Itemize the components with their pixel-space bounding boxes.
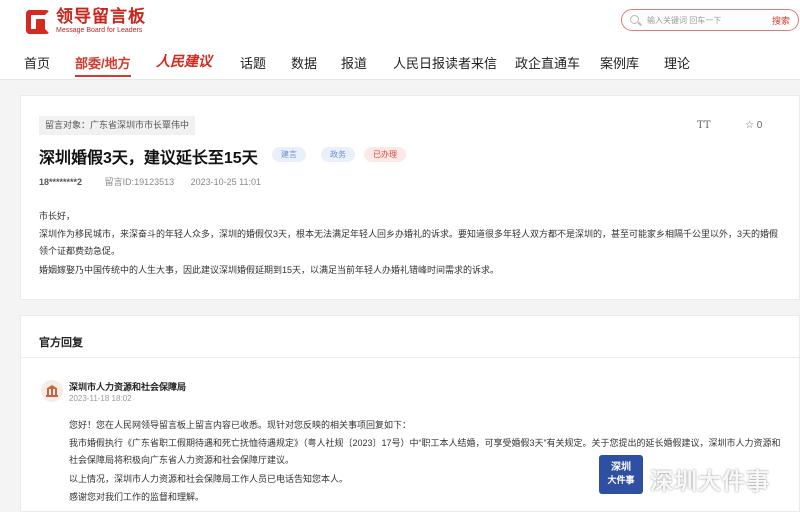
message-id: 留言ID:19123513 (104, 177, 175, 187)
search-box[interactable]: 输入关键词 回车一下 搜索 (621, 9, 799, 31)
logo-subtitle: Message Board for Leaders (56, 27, 143, 34)
nav-item-topics[interactable]: 话题 (240, 53, 266, 72)
nav-item-data[interactable]: 数据 (291, 53, 317, 72)
government-building-icon (41, 380, 63, 402)
favorite-button[interactable]: ☆ 0 (745, 120, 762, 131)
message-author: 18********2 (39, 177, 83, 187)
watermark-badge-line1: 深圳 (611, 462, 631, 473)
message-paragraph: 婚姻嫁娶乃中国传统中的人生大事，因此建议深圳婚假延期到15天，以满足当前年轻人办… (39, 265, 500, 275)
logo-title: 领导留言板 (56, 7, 146, 26)
nav-item-enterprise-express[interactable]: 政企直通车 (515, 53, 580, 72)
nav-item-home[interactable]: 首页 (24, 53, 50, 72)
reply-datetime: 2023-11-18 18:02 (69, 394, 132, 403)
message-card: 留言对象：广东省深圳市市长覃伟中 TT ☆ 0 深圳婚假3天，建议延长至15天 … (20, 95, 800, 300)
message-meta: 18********2 留言ID:19123513 2023-10-25 11:… (39, 175, 261, 188)
tag-government-affairs[interactable]: 政务 (321, 147, 355, 162)
site-logo[interactable]: 领导留言板 Message Board for Leaders (26, 8, 146, 35)
divider (21, 357, 799, 358)
search-button[interactable]: 搜索 (772, 14, 790, 27)
status-badge: 已办理 (364, 147, 406, 162)
reply-department: 深圳市人力资源和社会保障局 (69, 382, 187, 392)
message-paragraph: 市长好， (39, 211, 76, 221)
message-target: 留言对象：广东省深圳市市长覃伟中 (39, 116, 196, 135)
font-size-icon[interactable]: TT (697, 120, 711, 131)
search-input[interactable]: 输入关键词 回车一下 (647, 15, 721, 26)
watermark-badge-line2: 大件事 (607, 475, 635, 485)
nav-item-case-library[interactable]: 案例库 (600, 53, 639, 72)
watermark-logo: 深圳 大件事 (599, 455, 643, 494)
watermark-text: 深圳大件事 (650, 468, 770, 494)
favorite-count: 0 (756, 120, 763, 131)
message-title: 深圳婚假3天，建议延长至15天 (39, 150, 258, 167)
main-nav: 首页 部委/地方 人民建议 话题 数据 报道 人民日报读者来信 政企直通车 案例… (0, 44, 800, 80)
nav-item-reader-letters[interactable]: 人民日报读者来信 (393, 53, 497, 72)
reply-heading: 官方回复 (39, 337, 83, 349)
reply-paragraph: 您好！您在人民网领导留言板上留言内容已收悉。现针对您反映的相关事项回复如下： (69, 420, 412, 430)
logo-mark-icon (26, 9, 50, 34)
nav-item-people-suggestions[interactable]: 人民建议 (156, 51, 212, 71)
nav-item-ministries-local[interactable]: 部委/地方 (75, 53, 131, 77)
star-icon: ☆ (745, 120, 754, 131)
search-icon (630, 15, 639, 24)
tag-suggestion[interactable]: 建言 (272, 147, 306, 162)
message-paragraph: 深圳作为移民城市，来深奋斗的年轻人众多，深圳的婚假仅3天，根本无法满足年轻人回乡… (39, 229, 779, 256)
nav-item-reports[interactable]: 报道 (341, 53, 367, 72)
nav-item-theory[interactable]: 理论 (664, 53, 690, 72)
top-header: 领导留言板 Message Board for Leaders 输入关键词 回车… (0, 0, 800, 44)
message-datetime: 2023-10-25 11:01 (190, 177, 262, 187)
